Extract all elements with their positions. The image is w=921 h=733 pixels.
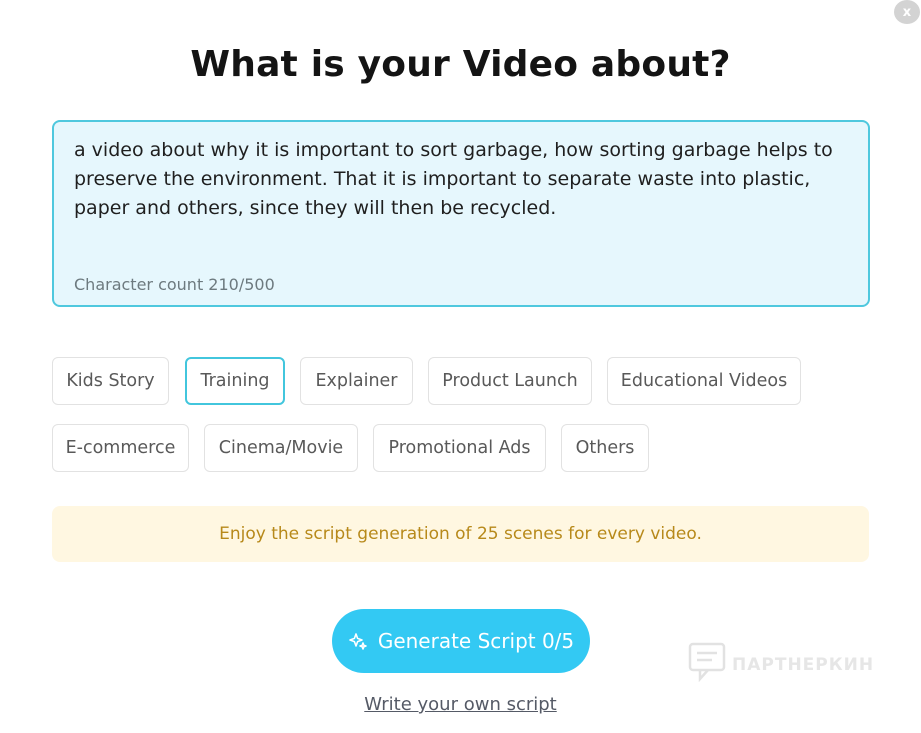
watermark-text: ПАРТНЕРКИН (732, 654, 875, 675)
character-count: Character count 210/500 (74, 275, 275, 294)
category-chip-explainer[interactable]: Explainer (300, 357, 413, 405)
category-chip-kids-story[interactable]: Kids Story (52, 357, 169, 405)
category-chip-others[interactable]: Others (561, 424, 649, 472)
dialog-title: What is your Video about? (190, 44, 731, 85)
watermark-logo-icon (688, 642, 726, 687)
category-chip-product-launch[interactable]: Product Launch (428, 357, 592, 405)
category-chip-educational-videos[interactable]: Educational Videos (607, 357, 801, 405)
write-own-script-link[interactable]: Write your own script (0, 694, 921, 715)
video-description-text[interactable]: a video about why it is important to sor… (74, 136, 854, 223)
category-chip-promotional-ads[interactable]: Promotional Ads (373, 424, 546, 472)
generate-script-label: Generate Script 0/5 (377, 629, 575, 653)
category-chip-e-commerce[interactable]: E-commerce (52, 424, 189, 472)
info-banner-text: Enjoy the script generation of 25 scenes… (219, 524, 702, 544)
category-chip-training[interactable]: Training (185, 357, 285, 405)
close-button[interactable]: x (894, 0, 920, 24)
generate-script-button[interactable]: Generate Script 0/5 (332, 609, 590, 673)
video-description-textarea[interactable]: a video about why it is important to sor… (52, 120, 870, 307)
info-banner: Enjoy the script generation of 25 scenes… (52, 506, 869, 562)
sparkle-icon (348, 631, 368, 651)
watermark: ПАРТНЕРКИН (688, 642, 874, 687)
category-chip-cinema-movie[interactable]: Cinema/Movie (204, 424, 358, 472)
